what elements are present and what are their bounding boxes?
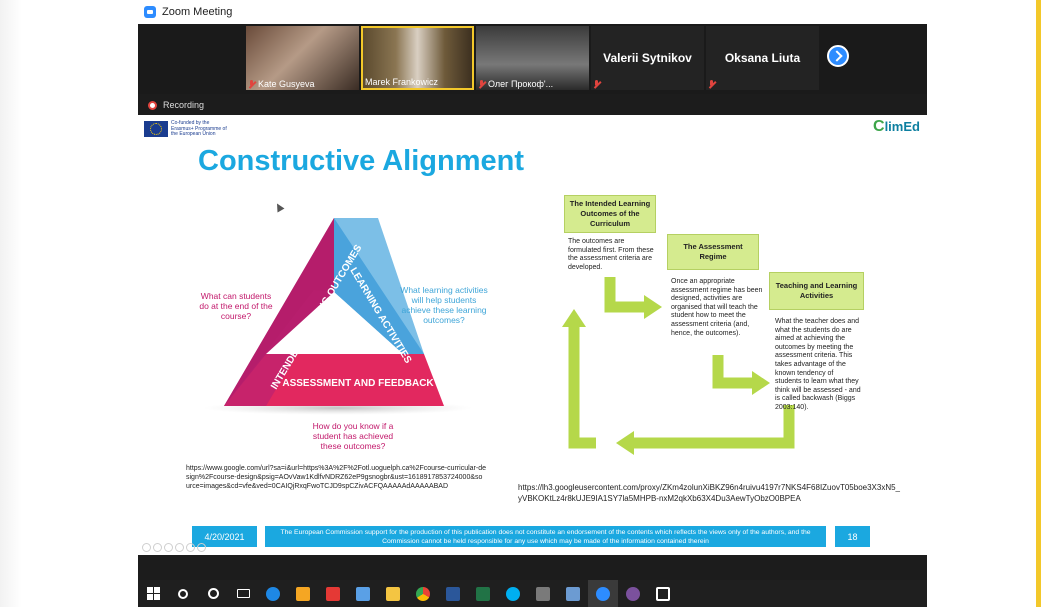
slide-controls	[142, 543, 206, 552]
acrobat-icon[interactable]	[648, 580, 678, 607]
flow-text-learning-outcomes: The outcomes are formulated first. From …	[568, 238, 654, 271]
source-link-right: https://lh3.googleusercontent.com/proxy/…	[518, 483, 900, 503]
screen-edge-strip	[1036, 0, 1041, 607]
slide-next-icon[interactable]	[153, 543, 162, 552]
zoom-tool-icon[interactable]	[186, 543, 195, 552]
windows-taskbar	[138, 580, 927, 607]
muted-mic-icon	[708, 80, 715, 89]
gift-icon[interactable]	[318, 580, 348, 607]
participant-name: Marek Frankowicz	[365, 77, 439, 87]
arrow-assessment-to-activities	[712, 355, 754, 389]
word-icon[interactable]	[438, 580, 468, 607]
recording-indicator[interactable]: Recording	[138, 96, 927, 114]
slide-title: Constructive Alignment	[198, 145, 525, 177]
background-shadow	[0, 0, 22, 607]
pen-tool-icon[interactable]	[164, 543, 173, 552]
save-icon[interactable]	[528, 580, 558, 607]
recording-label: Recording	[163, 100, 205, 110]
muted-mic-icon	[593, 80, 600, 89]
next-participants-arrow-icon[interactable]	[827, 45, 849, 67]
question-assessment: How do you know if a student has achieve…	[312, 421, 394, 451]
excel-icon[interactable]	[468, 580, 498, 607]
search-icon[interactable]	[168, 580, 198, 607]
participant-name: Kate Gusyeva	[258, 79, 315, 89]
pencil-icon[interactable]	[558, 580, 588, 607]
flow-box-assessment-regime: The Assessment Regime	[667, 234, 759, 270]
store-icon[interactable]	[288, 580, 318, 607]
eu-cofunded-text: Co-funded by the Erasmus+ Programme of t…	[171, 120, 227, 137]
arrow-activities-back	[630, 405, 795, 449]
zoom-meeting-window: Zoom Meeting Kate Gusyeva Marek Frankowi…	[138, 0, 927, 607]
participant-name: Олег Прокоф'...	[488, 79, 554, 89]
file-explorer-icon[interactable]	[378, 580, 408, 607]
participant-name: Oksana Liuta	[724, 51, 801, 65]
flow-box-teaching-activities: Teaching and Learning Activities	[769, 272, 864, 310]
skype-icon[interactable]	[498, 580, 528, 607]
triangle-bottom-label: ASSESSMENT AND FEEDBACK	[282, 378, 434, 389]
participant-tile-3[interactable]: Олег Прокоф'...	[476, 26, 589, 90]
participant-name: Valerii Sytnikov	[603, 51, 692, 65]
arrow-outcomes-to-assessment	[604, 277, 646, 313]
recording-dot-icon	[148, 100, 157, 110]
zoom-logo-icon	[144, 6, 156, 18]
task-view-icon[interactable]	[228, 580, 258, 607]
zoom-icon[interactable]	[588, 580, 618, 607]
arrow-back-to-outcomes	[568, 325, 596, 449]
more-options-icon[interactable]	[197, 543, 206, 552]
participant-tile-4[interactable]: Valerii Sytnikov	[591, 26, 704, 90]
shared-slide: Co-funded by the Erasmus+ Programme of t…	[138, 115, 927, 555]
window-title: Zoom Meeting	[162, 6, 233, 18]
eu-flag-icon	[144, 121, 168, 137]
flow-text-assessment-regime: Once an appropriate assessment regime ha…	[671, 278, 763, 337]
cortana-icon[interactable]	[198, 580, 228, 607]
climed-logo: ClimEd	[873, 118, 920, 135]
viber-icon[interactable]	[618, 580, 648, 607]
participant-video-strip: Kate Gusyeva Marek Frankowicz Олег Проко…	[138, 24, 927, 94]
participant-tile-5[interactable]: Oksana Liuta	[706, 26, 819, 90]
participant-tile-2-speaking[interactable]: Marek Frankowicz	[361, 26, 474, 90]
source-link-left: https://www.google.com/url?sa=i&url=http…	[186, 465, 486, 490]
footer-page-number: 18	[835, 526, 870, 547]
footer-disclaimer: The European Commission support for the …	[265, 526, 826, 547]
slides-grid-icon[interactable]	[175, 543, 184, 552]
participant-tile-1[interactable]: Kate Gusyeva	[246, 26, 359, 90]
edge-icon[interactable]	[258, 580, 288, 607]
flow-text-teaching-activities: What the teacher does and what the stude…	[775, 318, 861, 411]
windows-start-icon[interactable]	[138, 580, 168, 607]
flow-box-learning-outcomes: The Intended Learning Outcomes of the Cu…	[564, 195, 656, 233]
question-outcomes: What can students do at the end of the c…	[199, 291, 273, 321]
mail-icon[interactable]	[348, 580, 378, 607]
window-titlebar[interactable]: Zoom Meeting	[138, 0, 927, 24]
slide-prev-icon[interactable]	[142, 543, 151, 552]
muted-mic-icon	[248, 79, 255, 89]
question-activities: What learning activities will help stude…	[400, 285, 488, 325]
muted-mic-icon	[478, 79, 485, 89]
chrome-icon[interactable]	[408, 580, 438, 607]
